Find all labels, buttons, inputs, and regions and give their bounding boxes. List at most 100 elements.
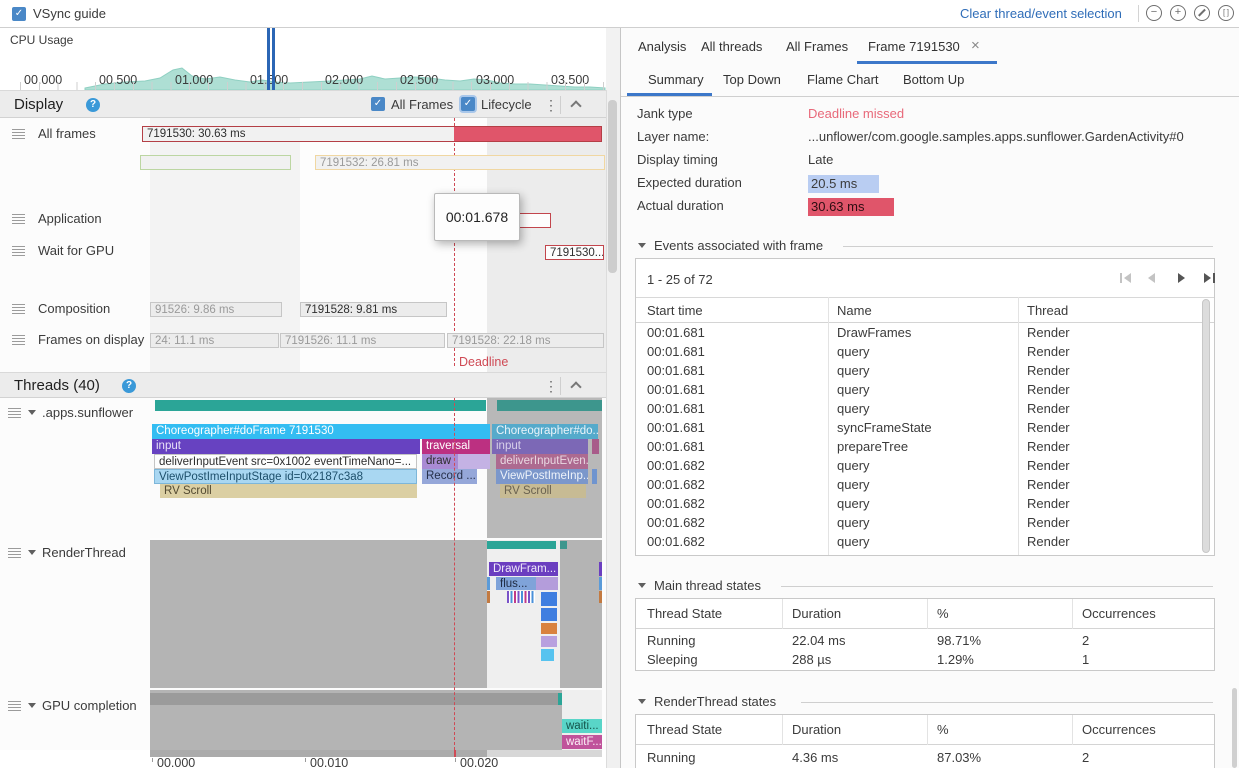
reset-zoom-icon[interactable] [1194, 5, 1210, 21]
trace-sliver-orange[interactable] [599, 591, 602, 603]
trace-sliver-blue[interactable] [592, 469, 597, 484]
trace-block-blue[interactable] [541, 608, 557, 621]
thread-state-bar-running[interactable] [155, 400, 486, 411]
col-name[interactable]: Name [837, 303, 872, 318]
drag-handle-icon[interactable] [12, 129, 25, 139]
event-row[interactable]: 00:01.681 syncFrameState Render [636, 420, 1201, 439]
event-row[interactable]: 00:01.682 query Render [636, 496, 1201, 515]
trace-viewpostime-bar[interactable]: ViewPostImeInputStage id=0x2187c3a8 [154, 469, 417, 484]
display-kebab-menu-icon[interactable]: ⋮ [544, 97, 558, 114]
trace-sliver-orange[interactable] [487, 591, 490, 603]
drag-handle-icon[interactable] [8, 548, 21, 558]
expand-caret-icon[interactable] [28, 550, 36, 555]
col-thread[interactable]: Thread [1027, 303, 1068, 318]
trace-waitfence-bar[interactable]: waitF... [562, 735, 602, 749]
trace-rvscroll-bar[interactable]: RV Scroll [160, 484, 417, 498]
events-collapse-caret[interactable] [638, 243, 646, 248]
event-row[interactable]: 00:01.681 prepareTree Render [636, 439, 1201, 458]
trace-input-bar[interactable]: input [152, 439, 420, 454]
event-row[interactable]: 00:01.681 query Render [636, 344, 1201, 363]
event-row[interactable]: 00:01.681 query Render [636, 382, 1201, 401]
page-last-icon[interactable] [1204, 273, 1216, 283]
trace-record-bar[interactable]: Record ... [422, 469, 477, 484]
col-occurrences[interactable]: Occurrences [1082, 722, 1156, 737]
trace-block-blue[interactable] [541, 592, 557, 606]
trace-viewpostime-bar-dim[interactable]: ViewPostImeInp... [496, 469, 588, 484]
drag-handle-icon[interactable] [12, 304, 25, 314]
frame-bar-7191530[interactable]: 7191530: 30.63 ms [142, 126, 602, 142]
trace-flush-bar[interactable]: flus... [496, 577, 536, 590]
trace-micro-strips[interactable] [507, 591, 535, 603]
trace-choreographer-bar[interactable]: Choreographer#doFrame 7191530 [152, 424, 490, 439]
frame-bar-7191532[interactable]: 7191532: 26.81 ms [315, 155, 605, 170]
expand-caret-icon[interactable] [28, 703, 36, 708]
event-row[interactable]: 00:01.682 query Render [636, 534, 1201, 553]
event-row[interactable]: 00:01.681 query Render [636, 363, 1201, 382]
col-thread-state[interactable]: Thread State [647, 606, 722, 621]
col-duration[interactable]: Duration [792, 722, 841, 737]
trace-sliver-purple[interactable] [599, 562, 602, 576]
display-collapse-icon[interactable] [570, 100, 581, 111]
drag-handle-icon[interactable] [8, 408, 21, 418]
trace-input-bar-dim[interactable]: input [492, 439, 588, 454]
event-row[interactable]: 00:01.682 query Render [636, 515, 1201, 534]
threads-collapse-icon[interactable] [570, 381, 581, 392]
zoom-to-selection-icon[interactable]: [ ] [1218, 5, 1234, 21]
subtab-flame-chart[interactable]: Flame Chart [807, 72, 879, 87]
page-next-icon[interactable] [1178, 273, 1185, 283]
event-row[interactable]: 00:01.682 query Render [636, 458, 1201, 477]
trace-deliverinput-bar-dim[interactable]: deliverInputEven... [496, 454, 588, 469]
frames-on-display-bar[interactable]: 24: 11.1 ms [150, 333, 279, 348]
threads-kebab-menu-icon[interactable]: ⋮ [544, 378, 558, 395]
trace-deliverinput-bar[interactable]: deliverInputEvent src=0x1002 eventTimeNa… [154, 454, 417, 469]
clear-selection-link[interactable]: Clear thread/event selection [960, 6, 1122, 21]
right-panel-scrollbar[interactable] [1232, 688, 1237, 768]
all-frames-checkbox[interactable]: ✓ [371, 97, 385, 111]
event-row[interactable]: 00:01.681 query Render [636, 401, 1201, 420]
tab-all-threads[interactable]: All threads [701, 39, 762, 54]
state-row[interactable]: Running 4.36 ms 87.03% 2 [636, 750, 1214, 768]
state-row[interactable]: Sleeping 288 µs 1.29% 1 [636, 652, 1214, 671]
composition-bar[interactable]: 91526: 9.86 ms [150, 302, 282, 317]
trace-block-lavender[interactable] [541, 636, 557, 647]
col-percent[interactable]: % [937, 722, 949, 737]
trace-block-orange[interactable] [541, 623, 557, 634]
trace-lavender-bar[interactable] [536, 577, 558, 590]
event-row[interactable]: 00:01.681 DrawFrames Render [636, 325, 1201, 344]
main-states-collapse-caret[interactable] [638, 583, 646, 588]
trace-drawframes-bar[interactable]: DrawFram... [489, 562, 558, 576]
lifecycle-checkbox[interactable]: ✓ [461, 97, 475, 111]
events-table-scrollbar[interactable] [1202, 299, 1210, 553]
col-thread-state[interactable]: Thread State [647, 722, 722, 737]
drag-handle-icon[interactable] [12, 246, 25, 256]
col-percent[interactable]: % [937, 606, 949, 621]
col-start-time[interactable]: Start time [647, 303, 703, 318]
tab-analysis[interactable]: Analysis [638, 39, 686, 54]
page-prev-icon[interactable] [1148, 273, 1155, 283]
drag-handle-icon[interactable] [8, 701, 21, 711]
drag-handle-icon[interactable] [12, 335, 25, 345]
thread-state-bar-running[interactable] [560, 541, 567, 549]
vsync-guide-checkbox[interactable]: ✓ [12, 7, 26, 21]
state-row[interactable]: Running 22.04 ms 98.71% 2 [636, 633, 1214, 652]
left-scrollbar[interactable] [608, 100, 617, 273]
thread-state-bar-running[interactable] [558, 693, 562, 705]
thread-state-bar-running[interactable] [487, 541, 556, 549]
trace-draw-bar[interactable]: draw [422, 454, 458, 469]
display-help-icon[interactable]: ? [86, 98, 100, 112]
trace-sliver-blue[interactable] [599, 577, 602, 590]
threads-help-icon[interactable]: ? [122, 379, 136, 393]
zoom-out-icon[interactable]: − [1146, 5, 1162, 21]
tab-all-frames[interactable]: All Frames [786, 39, 848, 54]
trace-traversal-bar[interactable]: traversal [422, 439, 490, 454]
wait-gpu-frame-bar[interactable]: 7191530... [545, 245, 604, 260]
frames-on-display-bar[interactable]: 7191528: 22.18 ms [447, 333, 604, 348]
trace-rvscroll-bar-dim[interactable]: RV Scroll [500, 484, 586, 498]
trace-block-cyan[interactable] [541, 649, 554, 661]
tab-frame-7191530[interactable]: Frame 7191530 [868, 39, 960, 54]
zoom-in-icon[interactable]: + [1170, 5, 1186, 21]
col-occurrences[interactable]: Occurrences [1082, 606, 1156, 621]
trace-waiting-bar[interactable]: waiti... [562, 719, 602, 733]
frames-on-display-bar[interactable]: 7191526: 11.1 ms [280, 333, 445, 348]
drag-handle-icon[interactable] [12, 214, 25, 224]
